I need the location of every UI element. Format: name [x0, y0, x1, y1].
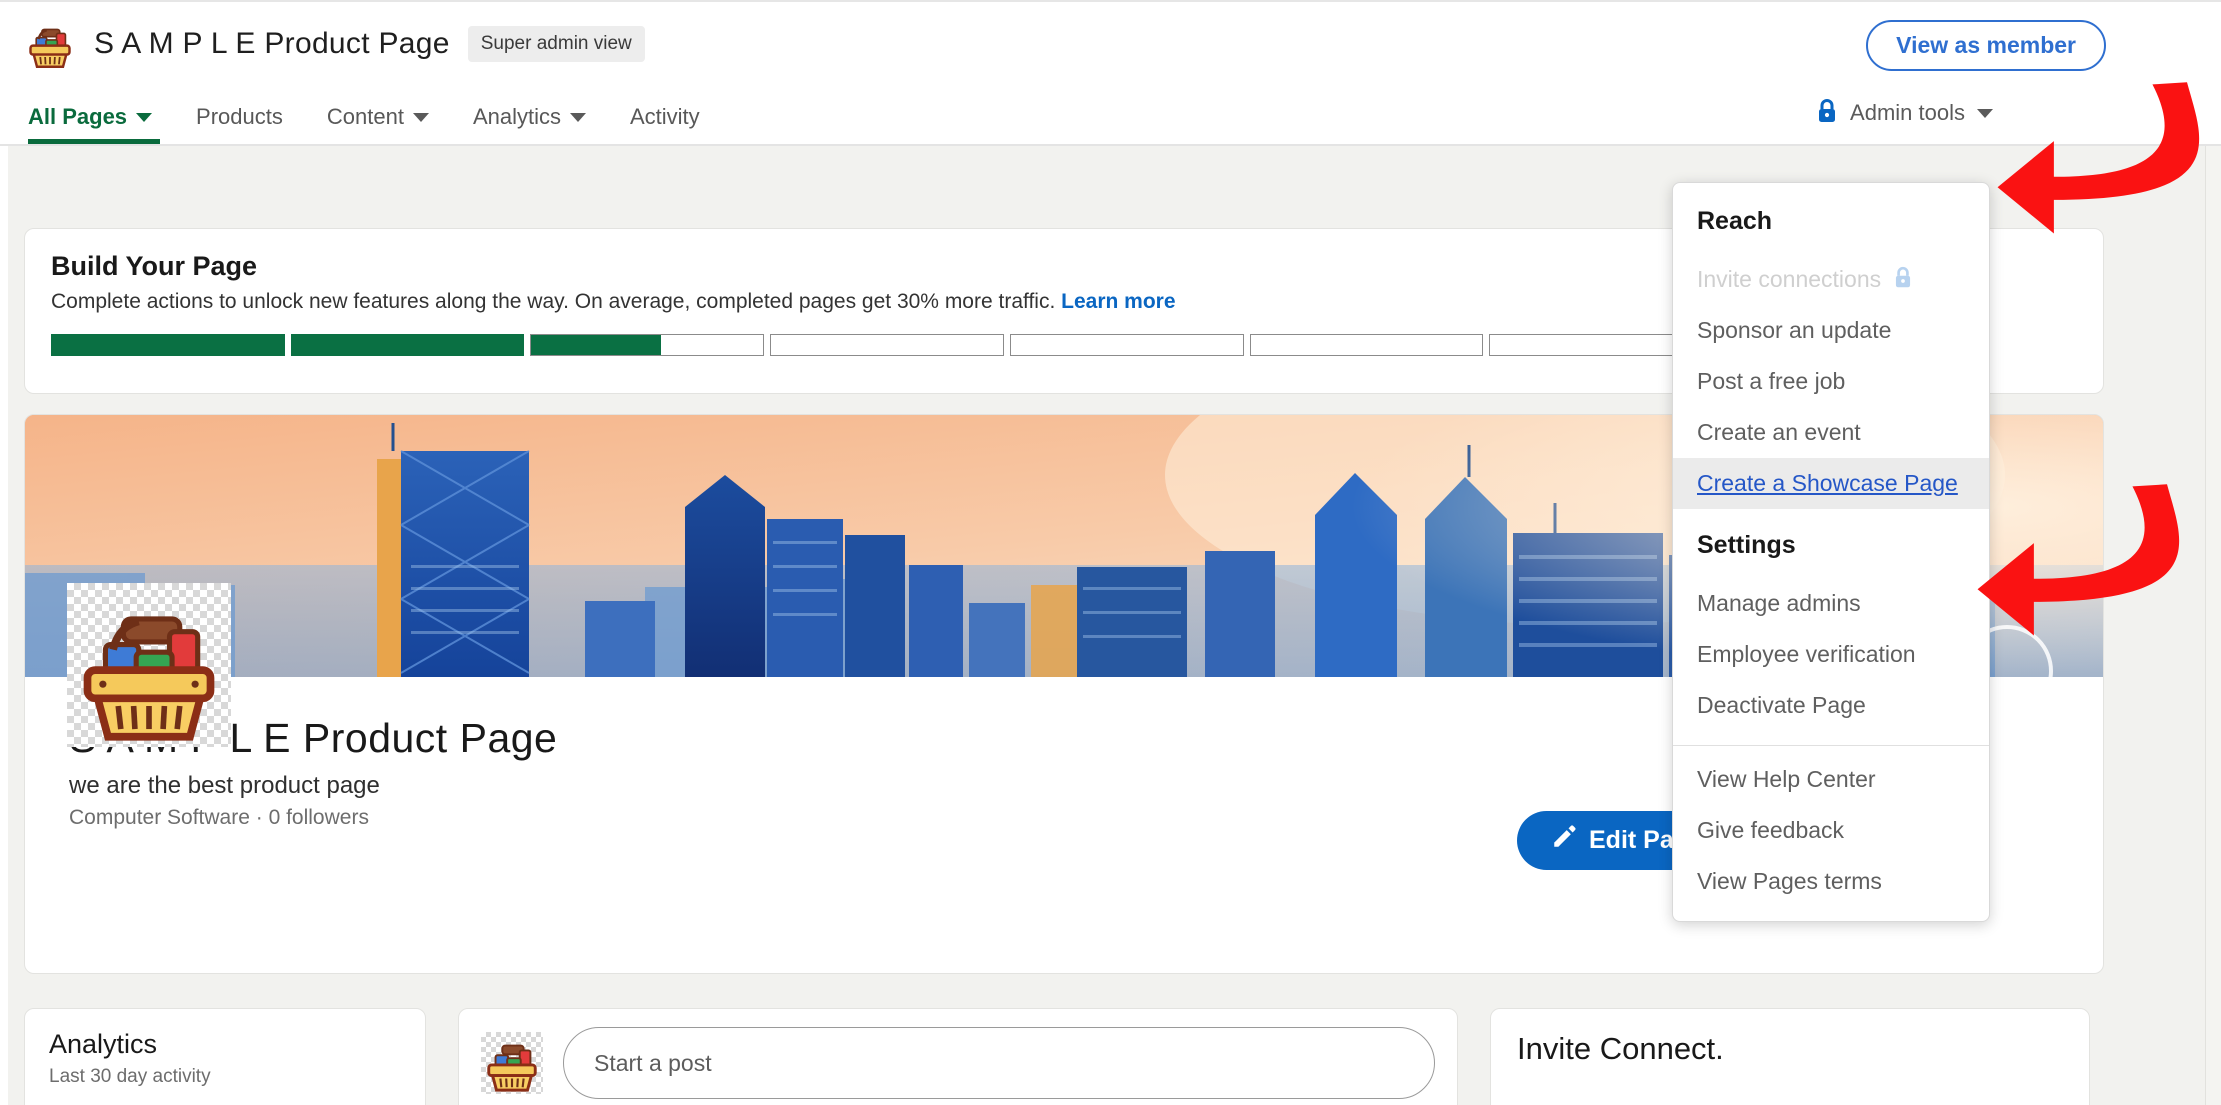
analytics-subtitle: Last 30 day activity [49, 1066, 211, 1087]
menu-item-create-an-event[interactable]: Create an event [1673, 407, 1989, 458]
dropdown-divider [1673, 745, 1989, 746]
profile-meta: Computer Software · 0 followers [69, 806, 369, 829]
menu-item-label: Invite connections [1697, 266, 1882, 292]
progress-segment [1009, 334, 1244, 356]
nav-items: All Pages Products Content Analytics Act… [24, 90, 722, 144]
super-admin-badge: Super admin view [467, 26, 645, 62]
menu-item-label: Manage admins [1697, 590, 1861, 616]
progress-segment [1249, 334, 1484, 356]
nav-tab-label: Analytics [472, 104, 561, 129]
menu-item-label: Create an event [1697, 419, 1861, 445]
profile-tagline: we are the best product page [69, 772, 380, 799]
nav-tab-all-pages[interactable]: All Pages [24, 90, 174, 144]
lock-icon [1816, 98, 1838, 128]
analytics-card[interactable]: Analytics Last 30 day activity [24, 1008, 426, 1105]
nav-tab-label: Content [326, 104, 404, 129]
page-avatar[interactable] [67, 583, 231, 747]
nav-tab-analytics[interactable]: Analytics [451, 90, 608, 144]
menu-item-create-a-showcase-page[interactable]: Create a Showcase Page [1673, 458, 1989, 509]
progress-segment [770, 334, 1004, 356]
build-progress-bar [51, 334, 1724, 356]
arrow-pointing-admin-tools [1997, 82, 2200, 234]
learn-more-link[interactable]: Learn more [1061, 290, 1175, 313]
chevron-down-icon [412, 112, 429, 122]
nav-tab-content[interactable]: Content [305, 90, 451, 144]
menu-item-label: View Pages terms [1697, 868, 1882, 894]
menu-item-label: Sponsor an update [1697, 317, 1892, 343]
menu-item-give-feedback[interactable]: Give feedback [1673, 805, 1989, 856]
page-title: S A M P L E Product Page [94, 27, 450, 60]
menu-item-manage-admins[interactable]: Manage admins [1673, 578, 1989, 629]
arrow-pointing-create-showcase-page [1977, 484, 2180, 636]
menu-item-view-pages-terms[interactable]: View Pages terms [1673, 856, 1989, 907]
shopping-basket-icon [24, 18, 76, 70]
dropdown-section-heading-reach: Reach [1697, 207, 1773, 235]
top-header-bar: S A M P L E Product Page Super admin vie… [0, 0, 2221, 90]
nav-tab-label: Products [196, 104, 283, 129]
brand-block: S A M P L E Product Page Super admin vie… [24, 18, 645, 70]
menu-item-label: View Help Center [1697, 766, 1876, 792]
menu-item-label: Give feedback [1697, 817, 1845, 843]
menu-item-invite-connections: Invite connections [1673, 254, 1989, 305]
pencil-icon [1551, 824, 1577, 857]
nav-tab-products[interactable]: Products [174, 90, 305, 144]
start-a-post-input[interactable]: Start a post [563, 1027, 1435, 1099]
chevron-down-icon [569, 112, 586, 122]
menu-item-label: Employee verification [1697, 641, 1916, 667]
start-a-post-placeholder: Start a post [594, 1049, 712, 1076]
menu-item-label: Create a Showcase Page [1697, 470, 1958, 496]
nav-tab-activity[interactable]: Activity [608, 90, 722, 144]
app-root: S A M P L E Product Page Super admin vie… [0, 0, 2221, 1105]
primary-nav-bar: All Pages Products Content Analytics Act… [0, 90, 2221, 146]
start-post-card: Start a post [458, 1008, 1458, 1105]
nav-tab-label: All Pages [28, 104, 128, 129]
menu-item-post-a-free-job[interactable]: Post a free job [1673, 356, 1989, 407]
menu-item-label: Deactivate Page [1697, 692, 1866, 718]
lock-icon [1893, 266, 1913, 293]
menu-item-view-help-center[interactable]: View Help Center [1673, 754, 1989, 805]
nav-tab-label: Activity [629, 104, 700, 129]
menu-item-deactivate-page[interactable]: Deactivate Page [1673, 680, 1989, 731]
menu-item-employee-verification[interactable]: Employee verification [1673, 629, 1989, 680]
menu-item-label: Post a free job [1697, 368, 1846, 394]
progress-segment [51, 334, 285, 356]
post-avatar [481, 1032, 543, 1094]
admin-tools-button[interactable]: Admin tools [1816, 98, 1993, 128]
invite-connections-card[interactable]: Invite Connect. [1490, 1008, 2090, 1105]
admin-tools-label: Admin tools [1850, 100, 1965, 125]
dropdown-section-heading-settings: Settings [1697, 531, 1796, 559]
chevron-down-icon [136, 112, 153, 122]
admin-tools-dropdown: Reach Invite connections Sponsor an upda… [1672, 182, 1990, 922]
menu-item-sponsor-an-update[interactable]: Sponsor an update [1673, 305, 1989, 356]
progress-segment [290, 334, 525, 356]
build-card-subtitle-text: Complete actions to unlock new features … [51, 290, 1056, 313]
shopping-basket-icon [83, 616, 215, 741]
invite-connections-title: Invite Connect. [1517, 1031, 1724, 1066]
analytics-title: Analytics [49, 1029, 158, 1059]
progress-segment [530, 334, 765, 356]
